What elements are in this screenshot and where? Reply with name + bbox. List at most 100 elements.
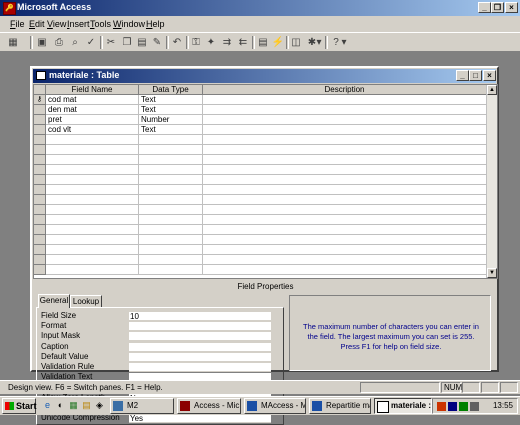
row-selector[interactable] (34, 245, 46, 255)
grid-cell[interactable] (139, 245, 203, 255)
grid-cell[interactable] (203, 145, 487, 155)
row-selector[interactable] (34, 205, 46, 215)
primary-key-icon[interactable]: ⚿ (189, 36, 203, 49)
format-painter-icon[interactable]: ✎ (150, 36, 164, 49)
grid-cell[interactable] (46, 155, 139, 165)
print-icon[interactable]: ⎙ (52, 36, 66, 49)
grid-cell[interactable] (203, 95, 487, 105)
grid-cell[interactable] (46, 175, 139, 185)
grid-cell[interactable] (46, 255, 139, 265)
row-selector[interactable] (34, 175, 46, 185)
menu-help[interactable]: Help (146, 19, 165, 29)
grid-cell[interactable] (46, 165, 139, 175)
grid-cell[interactable] (139, 205, 203, 215)
undo-icon[interactable]: ↶ (170, 36, 184, 49)
grid-cell[interactable] (139, 145, 203, 155)
grid-cell[interactable] (203, 125, 487, 135)
outlook-icon[interactable]: ◐ (55, 400, 66, 411)
tray-icon[interactable] (437, 402, 446, 411)
grid-cell[interactable] (139, 235, 203, 245)
grid-cell[interactable] (46, 195, 139, 205)
row-selector[interactable] (34, 135, 46, 145)
grid-cell[interactable] (203, 245, 487, 255)
field-name-cell[interactable]: den mat (46, 105, 139, 115)
table-window-title-bar[interactable]: materiale : Table _ □ × (33, 69, 496, 83)
grid-cell[interactable] (46, 245, 139, 255)
spelling-icon[interactable]: ✓ (84, 36, 98, 49)
grid-cell[interactable] (203, 115, 487, 125)
child-maximize-button[interactable]: □ (469, 70, 482, 81)
grid-cell[interactable] (46, 135, 139, 145)
grid-cell[interactable] (139, 255, 203, 265)
close-button[interactable]: × (505, 2, 518, 13)
grid-cell[interactable] (203, 265, 487, 275)
property-value[interactable] (129, 352, 271, 362)
data-type-cell[interactable]: Text (139, 105, 203, 115)
property-value[interactable]: Yes (129, 414, 271, 423)
property-value[interactable] (129, 363, 271, 372)
menu-edit[interactable]: Edit (29, 19, 45, 29)
column-header-data-type[interactable]: Data Type (139, 85, 203, 95)
app-title-bar[interactable]: 🔑 Microsoft Access _ ❐ × (0, 0, 520, 16)
print-preview-icon[interactable]: ⌕ (68, 36, 82, 49)
save-icon[interactable]: ▣ (35, 36, 49, 49)
taskbar-button-repartitie[interactable]: Repartitie ma... (309, 398, 371, 414)
grid-cell[interactable] (203, 175, 487, 185)
row-selector[interactable] (34, 235, 46, 245)
grid-cell[interactable] (139, 185, 203, 195)
grid-cell[interactable] (203, 205, 487, 215)
grid-cell[interactable] (46, 265, 139, 275)
desktop-icon[interactable]: ▦ (68, 400, 79, 411)
grid-cell[interactable] (46, 205, 139, 215)
build-icon[interactable]: ✦ (204, 36, 218, 49)
volume-icon[interactable] (470, 402, 479, 411)
start-button[interactable]: Start (2, 398, 37, 414)
grid-cell[interactable] (203, 185, 487, 195)
menu-insert[interactable]: Insert (67, 19, 90, 29)
grid-cell[interactable] (203, 225, 487, 235)
row-selector[interactable] (34, 155, 46, 165)
row-selector[interactable] (34, 225, 46, 235)
cut-icon[interactable]: ✂ (104, 36, 118, 49)
delete-rows-icon[interactable]: ⇇ (236, 36, 250, 49)
paste-icon[interactable]: ▤ (135, 36, 149, 49)
data-type-cell[interactable]: Number (139, 115, 203, 125)
grid-cell[interactable] (139, 265, 203, 275)
database-window-icon[interactable]: ◫ (289, 36, 303, 49)
menu-view[interactable]: View (47, 19, 66, 29)
scroll-up-arrow[interactable]: ▲ (487, 85, 497, 95)
grid-cell[interactable] (139, 165, 203, 175)
row-selector[interactable] (34, 125, 46, 135)
table-icon[interactable] (36, 71, 46, 80)
network-icon[interactable] (459, 402, 468, 411)
grid-cell[interactable] (139, 135, 203, 145)
row-selector[interactable] (34, 165, 46, 175)
grid-cell[interactable] (139, 225, 203, 235)
child-minimize-button[interactable]: _ (456, 70, 469, 81)
view-icon[interactable]: ▦ (6, 36, 20, 49)
child-close-button[interactable]: × (483, 70, 496, 81)
grid-cell[interactable] (203, 135, 487, 145)
grid-scrollbar[interactable]: ▲ ▼ (486, 85, 497, 278)
grid-cell[interactable] (46, 145, 139, 155)
copy-icon[interactable]: ❐ (120, 36, 134, 49)
property-value[interactable]: 10 (129, 312, 271, 321)
grid-cell[interactable] (203, 215, 487, 225)
column-header-description[interactable]: Description (203, 85, 487, 95)
grid-cell[interactable] (139, 215, 203, 225)
grid-cell[interactable] (203, 235, 487, 245)
property-value[interactable] (129, 342, 271, 352)
explorer-icon[interactable]: ▤ (81, 400, 92, 411)
field-name-cell[interactable]: pret (46, 115, 139, 125)
taskbar-button-materiale[interactable]: materiale :... (374, 398, 432, 414)
indexes-icon[interactable]: ⚡ (271, 36, 285, 49)
menu-tools[interactable]: Tools (90, 19, 111, 29)
insert-rows-icon[interactable]: ⇉ (220, 36, 234, 49)
field-name-cell[interactable]: cod vlt (46, 125, 139, 135)
scroll-down-arrow[interactable]: ▼ (487, 268, 497, 278)
grid-cell[interactable] (139, 175, 203, 185)
ie-icon[interactable]: e (42, 400, 53, 411)
row-selector[interactable] (34, 115, 46, 125)
row-selector[interactable] (34, 215, 46, 225)
field-name-cell[interactable]: cod mat (46, 95, 139, 105)
